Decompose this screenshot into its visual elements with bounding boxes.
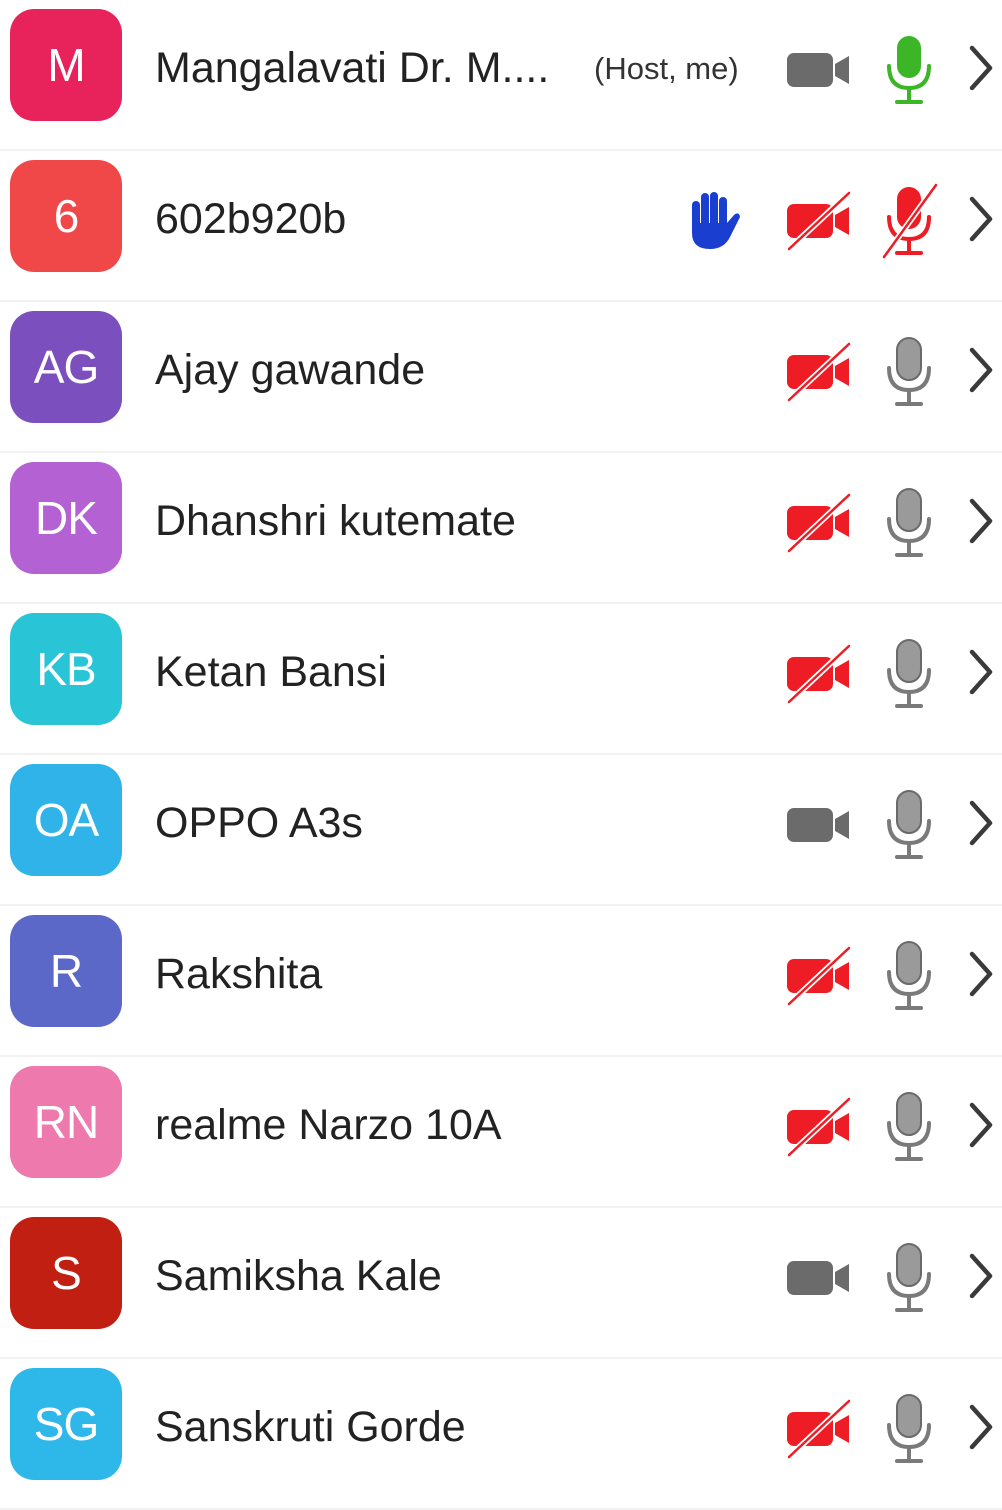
participant-name: realme Narzo 10A [155, 1101, 502, 1149]
participant-name: Ketan Bansi [155, 648, 387, 696]
microphone-icon[interactable] [878, 332, 940, 412]
chevron-right-icon[interactable] [962, 40, 998, 96]
microphone-icon[interactable] [878, 483, 940, 563]
participant-row[interactable]: S Samiksha Kale [0, 1208, 1002, 1359]
participant-row[interactable]: 6 602b920b [0, 151, 1002, 302]
chevron-right-icon[interactable] [962, 644, 998, 700]
microphone-icon[interactable] [878, 936, 940, 1016]
participant-row[interactable]: DK Dhanshri kutemate [0, 453, 1002, 604]
video-camera-icon[interactable] [783, 1397, 855, 1461]
participant-row[interactable]: KB Ketan Bansi [0, 604, 1002, 755]
chevron-right-icon[interactable] [962, 493, 998, 549]
avatar: OA [10, 764, 122, 876]
video-camera-icon[interactable] [783, 642, 855, 706]
chevron-right-icon[interactable] [962, 1399, 998, 1455]
avatar: KB [10, 613, 122, 725]
participant-row[interactable]: RN realme Narzo 10A [0, 1057, 1002, 1208]
chevron-right-icon[interactable] [962, 946, 998, 1002]
chevron-right-icon[interactable] [962, 1097, 998, 1153]
participants-list: M Mangalavati Dr. M.... (Host, me) 6 602… [0, 0, 1002, 1510]
microphone-icon[interactable] [878, 785, 940, 865]
participant-name: Dhanshri kutemate [155, 497, 516, 545]
video-camera-icon[interactable] [783, 944, 855, 1008]
microphone-icon[interactable] [878, 1087, 940, 1167]
participant-row[interactable]: SG Sanskruti Gorde [0, 1359, 1002, 1510]
chevron-right-icon[interactable] [962, 191, 998, 247]
participant-name: OPPO A3s [155, 799, 363, 847]
host-me-label: (Host, me) [594, 51, 739, 86]
video-camera-icon[interactable] [783, 189, 855, 253]
participant-row[interactable]: OA OPPO A3s [0, 755, 1002, 906]
video-camera-icon[interactable] [783, 38, 855, 102]
avatar: R [10, 915, 122, 1027]
video-camera-icon[interactable] [783, 793, 855, 857]
participant-name: 602b920b [155, 195, 347, 243]
video-camera-icon[interactable] [783, 491, 855, 555]
participant-name: Rakshita [155, 950, 323, 998]
avatar: RN [10, 1066, 122, 1178]
participant-name: Samiksha Kale [155, 1252, 442, 1300]
microphone-icon[interactable] [878, 181, 940, 261]
participant-name: Sanskruti Gorde [155, 1403, 466, 1451]
participant-name: Ajay gawande [155, 346, 426, 394]
microphone-icon[interactable] [878, 1389, 940, 1469]
avatar: AG [10, 311, 122, 423]
avatar: DK [10, 462, 122, 574]
avatar: 6 [10, 160, 122, 272]
chevron-right-icon[interactable] [962, 1248, 998, 1304]
microphone-icon[interactable] [878, 634, 940, 714]
participant-name: Mangalavati Dr. M.... [155, 44, 550, 92]
video-camera-icon[interactable] [783, 1095, 855, 1159]
avatar: SG [10, 1368, 122, 1480]
participant-row[interactable]: AG Ajay gawande [0, 302, 1002, 453]
participant-row[interactable]: R Rakshita [0, 906, 1002, 1057]
microphone-icon[interactable] [878, 30, 940, 110]
participant-row[interactable]: M Mangalavati Dr. M.... (Host, me) [0, 0, 1002, 151]
video-camera-icon[interactable] [783, 340, 855, 404]
chevron-right-icon[interactable] [962, 795, 998, 851]
avatar: M [10, 9, 122, 121]
avatar: S [10, 1217, 122, 1329]
microphone-icon[interactable] [878, 1238, 940, 1318]
raised-hand-icon [684, 189, 742, 253]
chevron-right-icon[interactable] [962, 342, 998, 398]
video-camera-icon[interactable] [783, 1246, 855, 1310]
